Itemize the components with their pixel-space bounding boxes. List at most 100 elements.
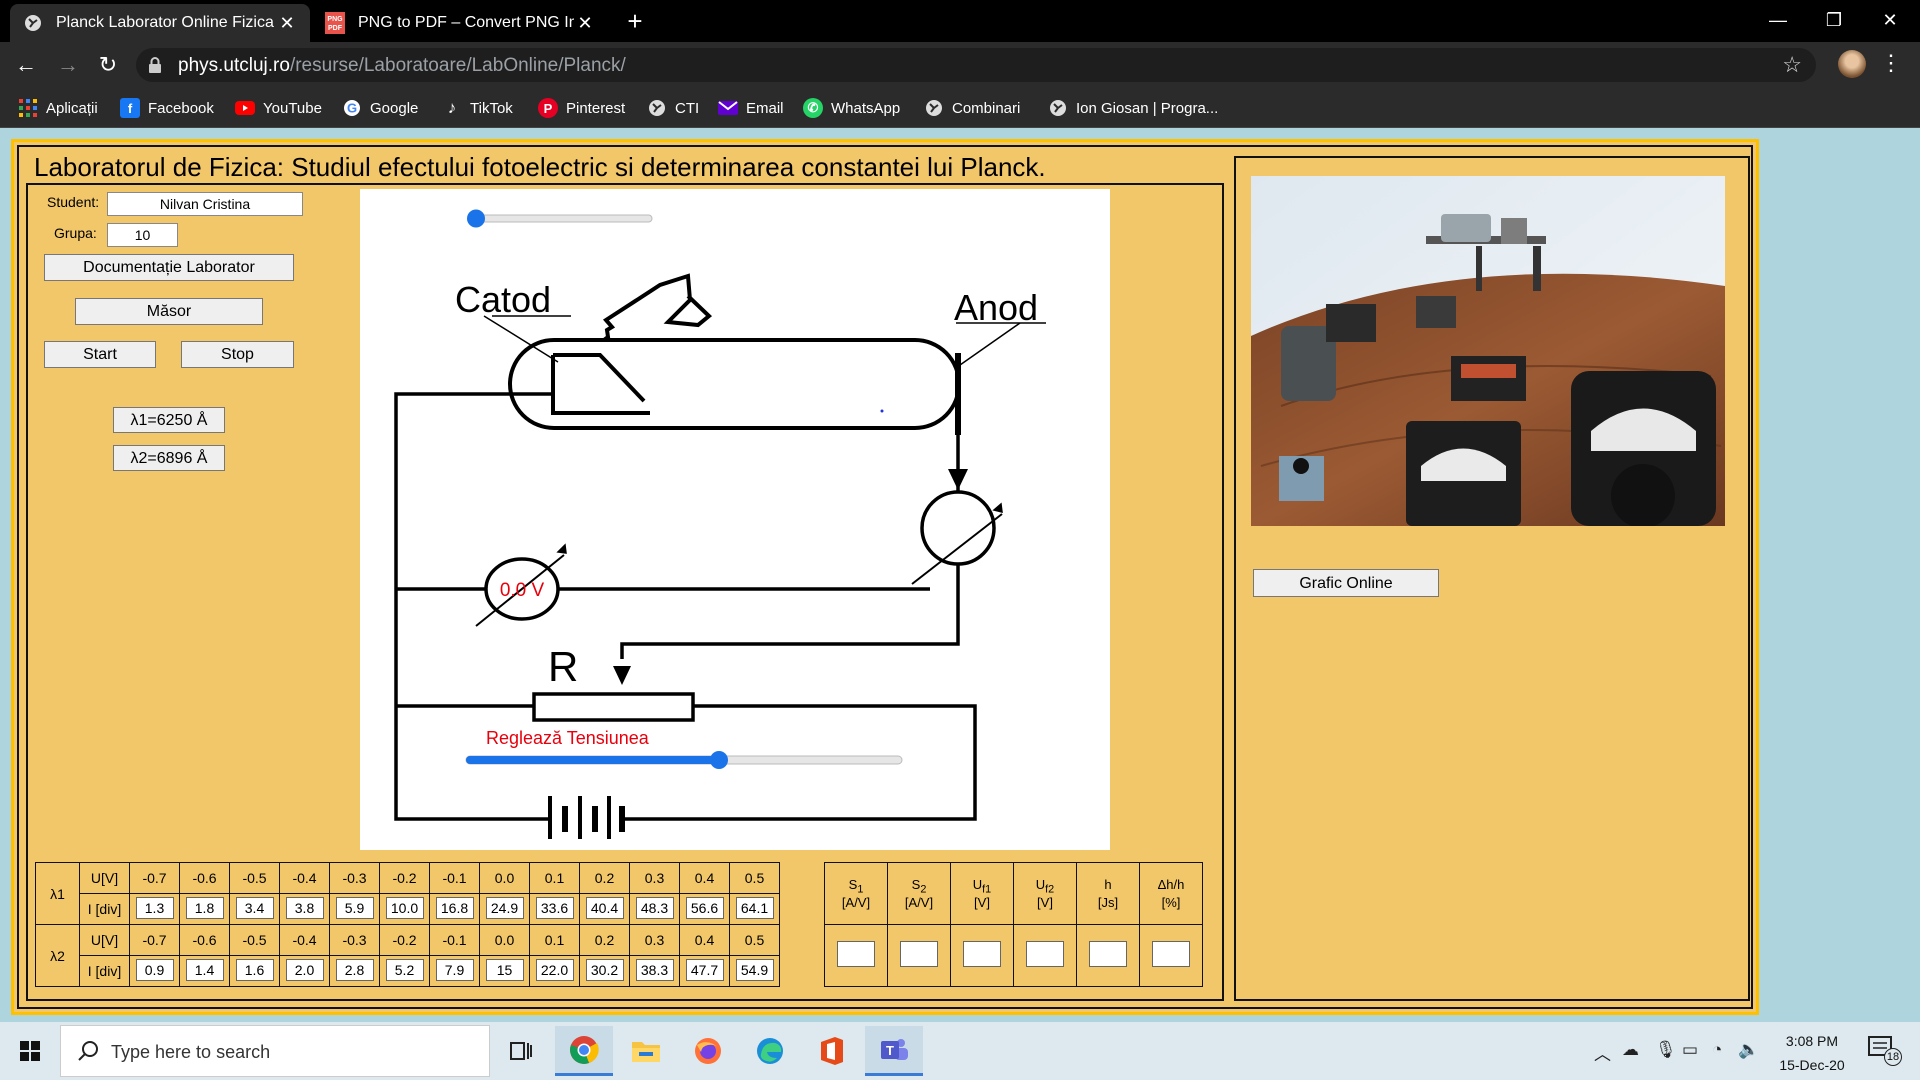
- task-view-icon[interactable]: [492, 1026, 550, 1076]
- edge-icon[interactable]: [741, 1026, 799, 1076]
- taskbar-search-box[interactable]: Type here to search: [60, 1025, 490, 1077]
- result-symbol: h: [1104, 876, 1112, 892]
- current-row-header: I [div]: [79, 955, 130, 987]
- result-cell: [1139, 924, 1203, 987]
- current-value-input[interactable]: 56.6: [685, 896, 724, 919]
- current-value-input[interactable]: 54.9: [735, 958, 774, 981]
- current-value-input[interactable]: 1.8: [185, 896, 224, 919]
- current-value-input[interactable]: 10.0: [385, 896, 424, 919]
- current-value-input[interactable]: 64.1: [735, 896, 774, 919]
- address-bar[interactable]: phys.utcluj.ro/resurse/Laboratoare/LabOn…: [136, 48, 1816, 82]
- slider-thumb[interactable]: [467, 209, 485, 228]
- profile-avatar[interactable]: [1838, 50, 1866, 78]
- tab-planck-lab[interactable]: Planck Laborator Online Fizica ✕: [10, 4, 310, 42]
- current-value-input[interactable]: 0.9: [135, 958, 174, 981]
- forward-icon[interactable]: →: [52, 50, 84, 80]
- bookmark-ion-giosan[interactable]: Ion Giosan | Progra...: [1048, 96, 1218, 120]
- tab-png-to-pdf[interactable]: PNG PDF PNG to PDF – Convert PNG Imag ✕: [312, 4, 608, 42]
- bookmark-pinterest[interactable]: P Pinterest: [538, 96, 625, 120]
- close-tab-icon[interactable]: ✕: [276, 13, 298, 34]
- current-value-input[interactable]: 40.4: [585, 896, 624, 919]
- bookmark-label: Combinari: [952, 99, 1021, 117]
- volume-icon[interactable]: 🔈: [1738, 1040, 1759, 1060]
- wavelength-slider[interactable]: [467, 209, 653, 228]
- wifi-icon[interactable]: ◔: [1712, 1040, 1722, 1060]
- teams-icon[interactable]: T: [865, 1026, 923, 1076]
- close-window-icon[interactable]: ✕: [1862, 0, 1918, 40]
- current-value-input[interactable]: 2.8: [335, 958, 374, 981]
- bookmark-star-icon[interactable]: ☆: [1782, 52, 1802, 78]
- lambda2-button[interactable]: λ2=6896 Å: [113, 445, 225, 471]
- result-input[interactable]: [1152, 941, 1190, 967]
- onedrive-icon[interactable]: ☁: [1622, 1040, 1639, 1060]
- voltage-slider[interactable]: [465, 751, 903, 769]
- current-value-input[interactable]: 30.2: [585, 958, 624, 981]
- lambda1-button[interactable]: λ1=6250 Å: [113, 407, 225, 433]
- current-value-input[interactable]: 16.8: [435, 896, 474, 919]
- restore-icon[interactable]: ❐: [1806, 0, 1862, 40]
- result-unit: [%]: [1161, 895, 1181, 911]
- current-value-input[interactable]: 22.0: [535, 958, 574, 981]
- measure-button[interactable]: Măsor: [75, 298, 263, 325]
- result-input[interactable]: [1089, 941, 1127, 967]
- current-value-input[interactable]: 1.6: [235, 958, 274, 981]
- battery-icon[interactable]: ▭: [1682, 1040, 1698, 1060]
- current-value-input[interactable]: 7.9: [435, 958, 474, 981]
- result-input[interactable]: [963, 941, 1001, 967]
- result-input[interactable]: [1026, 941, 1064, 967]
- current-value-input[interactable]: 24.9: [485, 896, 524, 919]
- group-label: Grupa:: [54, 225, 97, 241]
- stop-button[interactable]: Stop: [181, 341, 294, 368]
- current-value-input[interactable]: 2.0: [285, 958, 324, 981]
- result-symbol: U: [972, 876, 983, 892]
- grafic-online-button[interactable]: Grafic Online: [1253, 569, 1439, 597]
- current-value-input[interactable]: 47.7: [685, 958, 724, 981]
- current-value-input[interactable]: 1.3: [135, 896, 174, 919]
- chrome-icon[interactable]: [555, 1026, 613, 1076]
- lock-icon[interactable]: [148, 57, 162, 78]
- clock-date[interactable]: 15-Dec-20: [1775, 1057, 1849, 1073]
- current-value-input[interactable]: 5.9: [335, 896, 374, 919]
- browser-menu-icon[interactable]: ⋮: [1880, 50, 1902, 76]
- bookmark-combinari[interactable]: Combinari: [924, 96, 1020, 120]
- file-explorer-icon[interactable]: [617, 1026, 675, 1076]
- bookmark-youtube[interactable]: YouTube: [235, 96, 322, 120]
- close-tab-icon[interactable]: ✕: [574, 13, 596, 34]
- office-icon[interactable]: [803, 1026, 861, 1076]
- microphone-icon[interactable]: 🎙: [1655, 1040, 1677, 1060]
- slider-thumb[interactable]: [710, 751, 728, 769]
- current-value-input[interactable]: 3.8: [285, 896, 324, 919]
- firefox-icon[interactable]: [679, 1026, 737, 1076]
- start-button[interactable]: [0, 1022, 60, 1080]
- current-value-input[interactable]: 15: [485, 958, 524, 981]
- chevron-up-icon[interactable]: ︿: [1594, 1040, 1611, 1065]
- bookmark-tiktok[interactable]: ♪ TikTok: [442, 96, 513, 120]
- bookmark-google[interactable]: G Google: [342, 96, 418, 120]
- bookmark-cti[interactable]: CTI: [647, 96, 699, 120]
- group-field[interactable]: 10: [107, 223, 178, 247]
- voltage-value: 0.1: [529, 924, 580, 956]
- clock-time[interactable]: 3:08 PM: [1782, 1033, 1842, 1049]
- new-tab-button[interactable]: +: [620, 6, 650, 36]
- back-icon[interactable]: ←: [10, 50, 42, 80]
- current-value-input[interactable]: 33.6: [535, 896, 574, 919]
- result-input[interactable]: [900, 941, 938, 967]
- student-name-field[interactable]: Nilvan Cristina: [107, 192, 303, 216]
- current-value-input[interactable]: 5.2: [385, 958, 424, 981]
- windows-icon: [20, 1041, 40, 1061]
- voltage-value: -0.6: [179, 924, 230, 956]
- documentation-button[interactable]: Documentație Laborator: [44, 254, 294, 281]
- bookmark-aplicatii[interactable]: Aplicații: [18, 96, 98, 120]
- current-value-input[interactable]: 3.4: [235, 896, 274, 919]
- start-button[interactable]: Start: [44, 341, 156, 368]
- current-value-input[interactable]: 38.3: [635, 958, 674, 981]
- notification-icon[interactable]: 18: [1866, 1034, 1902, 1068]
- reload-icon[interactable]: ↻: [92, 50, 124, 80]
- bookmark-whatsapp[interactable]: ✆ WhatsApp: [803, 96, 900, 120]
- current-value-input[interactable]: 48.3: [635, 896, 674, 919]
- current-value-input[interactable]: 1.4: [185, 958, 224, 981]
- minimize-icon[interactable]: —: [1750, 0, 1806, 40]
- bookmark-facebook[interactable]: f Facebook: [120, 96, 214, 120]
- result-input[interactable]: [837, 941, 875, 967]
- bookmark-email[interactable]: Email: [718, 96, 784, 120]
